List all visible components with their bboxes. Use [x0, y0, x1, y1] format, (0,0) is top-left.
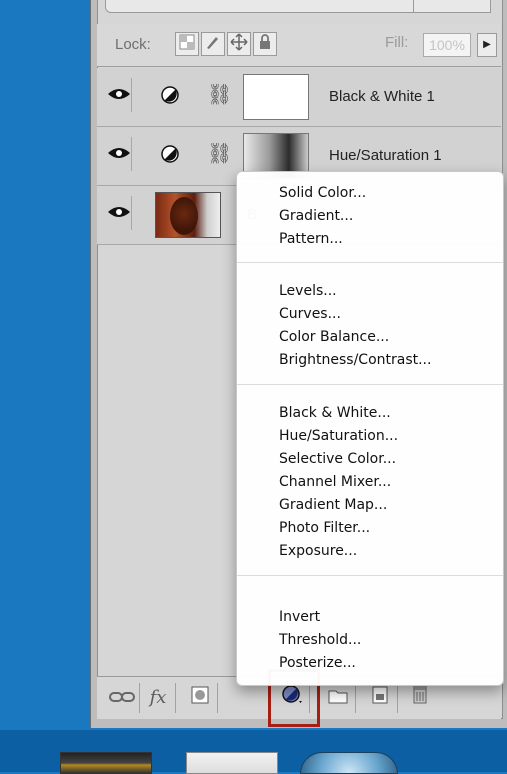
menu-item-black-white[interactable]: Black & White... [279, 402, 391, 424]
desktop-thumbnail[interactable] [60, 752, 152, 774]
layer-thumbnail[interactable] [155, 192, 221, 238]
new-layer-icon[interactable] [363, 683, 398, 713]
eye-icon [108, 89, 130, 99]
adjustment-layer-menu: Solid Color... Gradient... Pattern... Le… [236, 171, 504, 686]
fill-arrow-button[interactable]: ▶ [477, 33, 497, 57]
brush-icon[interactable] [201, 32, 225, 56]
trash-icon[interactable] [403, 683, 437, 713]
link-chain-icon[interactable]: ⛓ [207, 82, 232, 107]
visibility-toggle[interactable] [107, 137, 132, 171]
layer-mask-thumbnail[interactable] [243, 74, 309, 120]
opacity-field[interactable] [413, 0, 491, 13]
eye-icon [108, 148, 130, 158]
menu-item-pattern[interactable]: Pattern... [279, 228, 343, 250]
menu-separator [237, 575, 503, 576]
visibility-toggle[interactable] [107, 196, 132, 230]
menu-item-selective-color[interactable]: Selective Color... [279, 448, 396, 470]
layer-name[interactable]: Black & White 1 [329, 88, 435, 105]
menu-item-brightness-contrast[interactable]: Brightness/Contrast... [279, 349, 431, 371]
menu-item-posterize[interactable]: Posterize... [279, 652, 356, 674]
lock-bar: Lock: Fill: 100% ▶ [97, 24, 501, 67]
add-mask-icon[interactable] [183, 683, 218, 713]
fx-icon[interactable]: fx [141, 683, 176, 713]
padlock-icon[interactable] [253, 32, 277, 56]
fill-value-field[interactable]: 100% [423, 33, 471, 57]
menu-item-photo-filter[interactable]: Photo Filter... [279, 517, 370, 539]
adjustment-icon [161, 145, 179, 163]
menu-item-gradient[interactable]: Gradient... [279, 205, 353, 227]
photo-face [170, 197, 198, 235]
desktop-thumbnail[interactable] [186, 752, 278, 774]
menu-item-gradient-map[interactable]: Gradient Map... [279, 494, 387, 516]
lock-label: Lock: [115, 36, 151, 53]
menu-item-solid-color[interactable]: Solid Color... [279, 182, 366, 204]
eye-icon [108, 207, 130, 217]
visibility-toggle[interactable] [107, 78, 132, 112]
fill-label: Fill: [385, 34, 409, 51]
menu-item-invert[interactable]: Invert [279, 606, 320, 628]
menu-separator [237, 262, 503, 263]
layer-row[interactable]: ⛓ Black & White 1 [97, 68, 501, 127]
layer-name[interactable]: Hue/Saturation 1 [329, 147, 442, 164]
blend-mode-select[interactable] [105, 0, 437, 13]
menu-item-exposure[interactable]: Exposure... [279, 540, 357, 562]
link-layers-icon[interactable] [105, 683, 140, 713]
transparency-lock-icon[interactable] [175, 32, 199, 56]
move-icon[interactable] [227, 32, 251, 56]
desktop-thumbnail[interactable] [300, 752, 398, 774]
menu-item-threshold[interactable]: Threshold... [279, 629, 361, 651]
menu-separator [237, 384, 503, 385]
menu-item-channel-mixer[interactable]: Channel Mixer... [279, 471, 391, 493]
menu-item-color-balance[interactable]: Color Balance... [279, 326, 389, 348]
link-chain-icon[interactable]: ⛓ [207, 141, 232, 166]
adjustment-icon [161, 86, 179, 104]
new-group-icon[interactable] [321, 683, 356, 713]
menu-item-levels[interactable]: Levels... [279, 280, 337, 302]
menu-item-hue-saturation[interactable]: Hue/Saturation... [279, 425, 398, 447]
menu-item-curves[interactable]: Curves... [279, 303, 341, 325]
